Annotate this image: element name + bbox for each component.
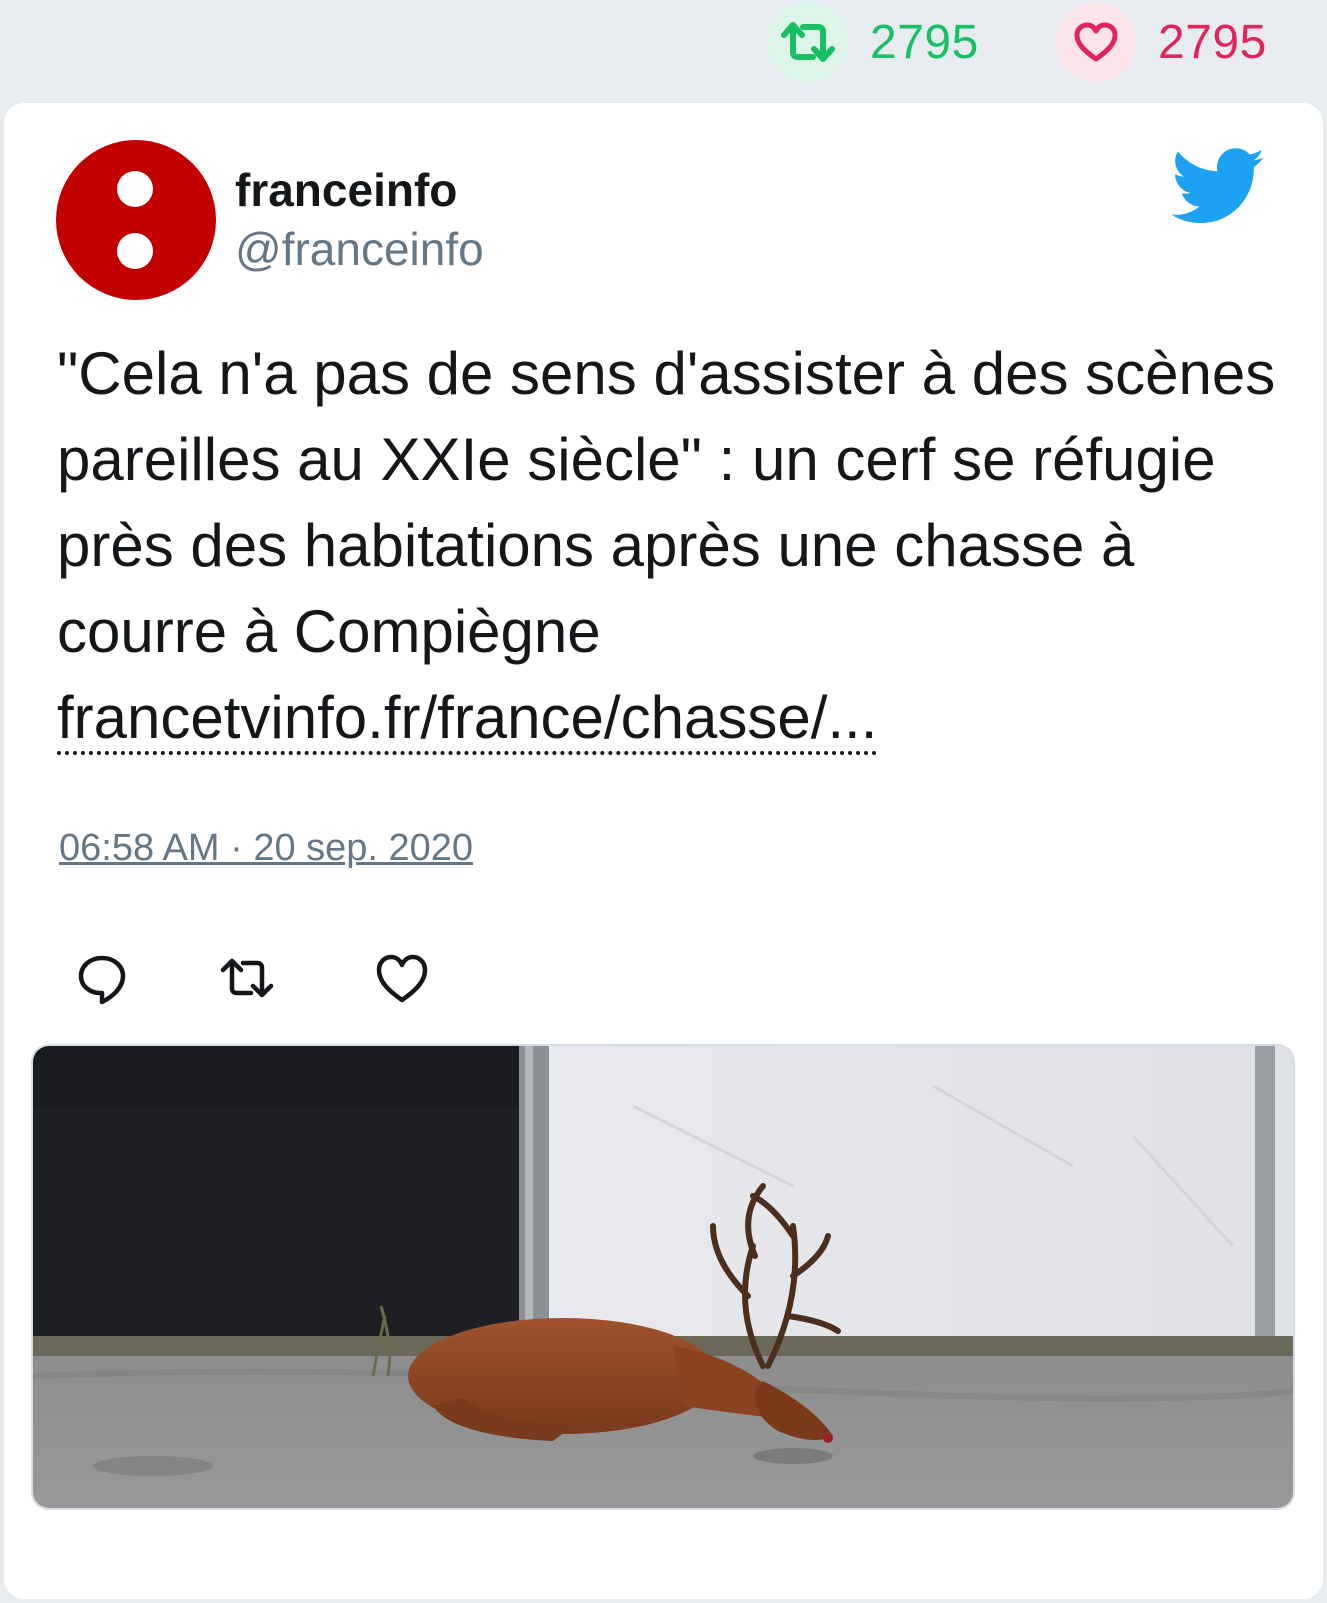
reply-icon[interactable] bbox=[72, 948, 132, 1008]
stats-bar: 2795 2795 bbox=[0, 0, 1327, 100]
retweet-stat[interactable]: 2795 bbox=[768, 2, 979, 82]
like-stat-bubble[interactable] bbox=[1056, 2, 1136, 82]
tweet-media-photo[interactable] bbox=[31, 1044, 1295, 1510]
like-stat[interactable]: 2795 bbox=[1056, 2, 1267, 82]
avatar-dot-bottom bbox=[117, 233, 153, 269]
author-display-name[interactable]: franceinfo bbox=[235, 163, 457, 217]
tweet-text: "Cela n'a pas de sens d'assister à des s… bbox=[57, 331, 1277, 761]
heart-icon bbox=[1074, 22, 1118, 62]
retweet-action-icon[interactable] bbox=[217, 948, 277, 1008]
like-count: 2795 bbox=[1158, 15, 1267, 69]
twitter-bird-icon[interactable] bbox=[1172, 147, 1266, 227]
avatar-dot-top bbox=[117, 171, 153, 207]
retweet-count: 2795 bbox=[870, 15, 979, 69]
retweet-stat-bubble[interactable] bbox=[768, 2, 848, 82]
deer-photo bbox=[33, 1046, 1293, 1508]
avatar[interactable] bbox=[56, 140, 216, 300]
tweet-card: franceinfo @franceinfo "Cela n'a pas de … bbox=[4, 103, 1323, 1599]
tweet-body: "Cela n'a pas de sens d'assister à des s… bbox=[57, 340, 1276, 665]
tweet-link[interactable]: francetvinfo.fr/france/chasse/... bbox=[57, 684, 878, 755]
author-handle[interactable]: @franceinfo bbox=[235, 222, 484, 276]
tweet-timestamp[interactable]: 06:58 AM · 20 sep. 2020 bbox=[59, 827, 473, 870]
like-action-icon[interactable] bbox=[372, 948, 432, 1008]
retweet-icon bbox=[781, 22, 835, 62]
